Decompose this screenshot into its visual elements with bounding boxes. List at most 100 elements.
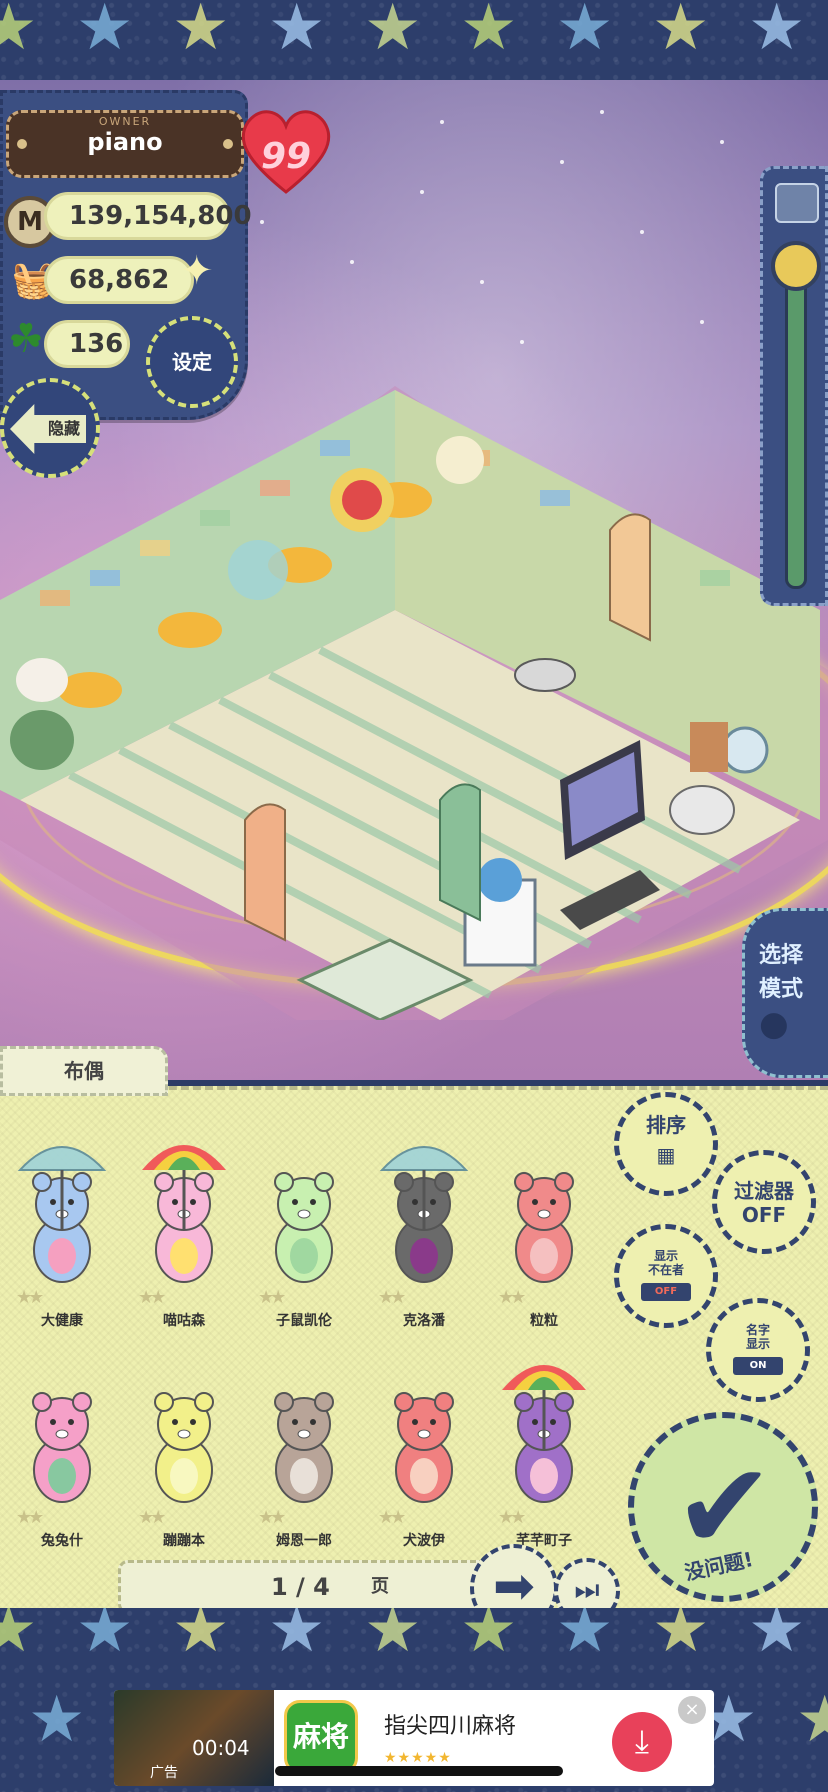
bear-icon: ● (759, 1004, 789, 1044)
star-decoration-icon: ★ (460, 1608, 518, 1667)
ad-timer: 00:04 (192, 1736, 250, 1760)
sort-button[interactable]: 排序 ▦ (614, 1092, 718, 1196)
clover-icon: ☘ (8, 316, 44, 362)
show-names-label-line2: 显示 (745, 1337, 770, 1351)
show-names-toggle[interactable]: 名字 显示 ON (706, 1298, 810, 1402)
doll-card[interactable]: ★★ 喵咕森 (124, 1120, 244, 1330)
ad-close-button[interactable]: × (678, 1696, 706, 1724)
owner-caption: OWNER (98, 115, 152, 128)
sparkle-icon: ✦ (180, 248, 214, 294)
doll-figure (32, 1392, 92, 1503)
star-decoration-icon: ★ (172, 0, 230, 65)
home-indicator (275, 1766, 563, 1776)
doll-card[interactable]: ★★ 子鼠凯伦 (244, 1120, 364, 1330)
star-decoration-icon: ★ (0, 1608, 38, 1667)
sparkle-decoration (480, 280, 484, 284)
sparkle-decoration (260, 220, 264, 224)
star-decoration-icon: ★ (28, 1683, 86, 1757)
doll-card[interactable]: ★★ 克洛潘 (364, 1120, 484, 1330)
hide-label: 隐藏 (10, 404, 86, 454)
doll-name: 粒粒 (530, 1313, 558, 1329)
ad-app-icon[interactable]: 麻将 (284, 1700, 358, 1774)
doll-card[interactable]: ★★ 粒粒 (484, 1120, 604, 1330)
star-decoration-icon: ★ (748, 1608, 806, 1667)
doll-card[interactable]: ★★ 姆恩一郎 (244, 1340, 364, 1550)
rating-star-icon: ★★ (378, 1507, 406, 1528)
pager: 1 / 4 页 (118, 1560, 490, 1614)
page-indicator: 1 / 4 (271, 1573, 330, 1601)
sort-label: 排序 (646, 1113, 686, 1137)
heart-badge: 99 (236, 100, 336, 200)
zoom-slider-knob[interactable] (771, 241, 821, 291)
rating-star-icon: ★★ (138, 1287, 166, 1308)
show-absent-toggle[interactable]: 显示 不在者 OFF (614, 1224, 718, 1328)
zoom-room-icon (775, 183, 819, 223)
sparkle-decoration (600, 110, 604, 114)
rating-star-icon: ★★ (498, 1507, 526, 1528)
sparkle-decoration (350, 260, 354, 264)
sparkle-decoration (560, 160, 564, 164)
doll-figure (502, 1365, 586, 1503)
doll-figure (17, 1146, 107, 1283)
star-decoration-icon: ★ (268, 1608, 326, 1667)
doll-card[interactable]: ★★ 犬波伊 (364, 1340, 484, 1550)
star-decoration-icon: ★ (268, 0, 326, 65)
show-names-label-line1: 名字 (745, 1323, 770, 1337)
sort-icon: ▦ (656, 1143, 676, 1167)
nail-icon (223, 139, 233, 149)
owner-nameplate: OWNER piano (6, 110, 244, 178)
select-mode-button[interactable]: 选择 模式 ● (742, 908, 828, 1078)
settings-button[interactable]: 设定 (146, 316, 238, 408)
doll-card[interactable]: ★★ 芊芊町子 (484, 1340, 604, 1550)
doll-name: 喵咕森 (163, 1313, 205, 1329)
box-counter: 68,862 (44, 256, 194, 304)
rating-star-icon: ★★ (16, 1287, 44, 1308)
rating-star-icon: ★★ (16, 1507, 44, 1528)
star-decoration-icon: ★ (364, 1608, 422, 1667)
doll-name: 姆恩一郎 (276, 1533, 332, 1549)
hide-button[interactable]: 隐藏 (0, 378, 100, 478)
show-names-switch: ON (733, 1357, 783, 1375)
zoom-slider-track[interactable] (785, 249, 807, 589)
top-star-border: ★ ★ ★ ★ ★ ★ ★ ★ ★ (0, 0, 828, 86)
doll-figure (142, 1145, 226, 1283)
sparkle-decoration (700, 320, 704, 324)
star-decoration-icon: ★ (556, 1608, 614, 1667)
doll-figure (274, 1172, 334, 1283)
ad-rating: ★★★★★ (384, 1750, 452, 1766)
doll-tab[interactable]: 布偶 (0, 1046, 168, 1096)
doll-name: 克洛潘 (403, 1313, 445, 1329)
rating-star-icon: ★★ (498, 1287, 526, 1308)
star-decoration-icon: ★ (460, 0, 518, 65)
arrow-right-icon: ➡ (493, 1557, 535, 1615)
owner-name: piano (87, 128, 163, 156)
rating-star-icon: ★★ (258, 1507, 286, 1528)
doll-figure (379, 1146, 469, 1283)
rating-star-icon: ★★ (138, 1507, 166, 1528)
rating-star-icon: ★★ (258, 1287, 286, 1308)
doll-card[interactable]: ★★ 大健康 (2, 1120, 122, 1330)
skip-forward-icon: ⏭ (574, 1573, 600, 1606)
star-decoration-icon: ★ (76, 1608, 134, 1667)
select-mode-label-line1: 选择 (759, 943, 804, 968)
heart-count: 99 (260, 136, 312, 177)
ad-download-button[interactable]: ⤓ (612, 1712, 672, 1772)
star-decoration-icon: ★ (556, 0, 614, 65)
doll-card[interactable]: ★★ 兔兔什 (2, 1340, 122, 1550)
filter-label: 过滤器 (734, 1179, 794, 1203)
room-illustration (0, 386, 828, 1020)
filter-button[interactable]: 过滤器 OFF (712, 1150, 816, 1254)
zoom-panel (760, 166, 828, 606)
doll-name: 大健康 (41, 1313, 83, 1329)
show-absent-switch: OFF (641, 1283, 691, 1301)
ad-title[interactable]: 指尖四川麻将 (384, 1708, 516, 1740)
confirm-button[interactable]: ✔ 没问题! (628, 1412, 818, 1602)
nail-icon (17, 139, 27, 149)
doll-card[interactable]: ★★ 蹦蹦本 (124, 1340, 244, 1550)
show-absent-label-line2: 不在者 (647, 1263, 684, 1277)
star-decoration-icon: ★ (0, 0, 38, 65)
doll-figure (274, 1392, 334, 1503)
star-decoration-icon: ★ (796, 1683, 828, 1757)
ad-video-thumbnail[interactable]: 00:04 广告 (114, 1690, 274, 1786)
sparkle-decoration (520, 340, 524, 344)
